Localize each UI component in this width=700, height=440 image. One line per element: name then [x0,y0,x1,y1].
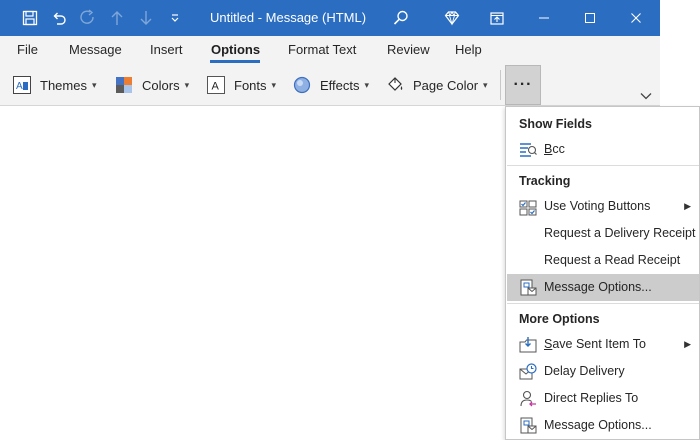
menu-item-save-sent-item-to[interactable]: Save Sent Item To ▶ [507,331,699,358]
delivery-receipt-label: Request a Delivery Receipt [544,226,696,240]
minimize-button[interactable] [521,0,567,36]
menu-item-message-options-highlighted[interactable]: Message Options... [507,274,699,301]
fonts-button[interactable]: A Fonts ▾ [207,74,276,96]
voting-buttons-icon [519,198,537,216]
themes-label: Themes [40,77,87,93]
page-color-button[interactable]: Page Color ▾ [386,74,488,96]
menu-header-more-options: More Options [519,312,600,326]
message-options-label: Message Options... [544,418,652,432]
tab-file[interactable]: File [17,42,38,57]
colors-label: Colors [142,77,180,93]
delay-delivery-icon [519,363,537,381]
menu-item-bcc[interactable]: Bcc [507,136,699,163]
message-options-icon [519,279,537,297]
fonts-label: Fonts [234,77,267,93]
chevron-down-icon: ▾ [271,79,277,90]
menu-item-use-voting-buttons[interactable]: Use Voting Buttons ▶ [507,193,699,220]
menu-item-read-receipt[interactable]: Request a Read Receipt [507,247,699,274]
title-bar: Untitled - Message (HTML) [0,0,660,36]
search-icon[interactable] [386,0,416,36]
themes-icon: A [13,76,31,94]
close-button[interactable] [613,0,659,36]
tab-options[interactable]: Options [211,42,260,57]
submenu-arrow-icon: ▶ [684,339,691,349]
message-options-label: Message Options... [544,280,652,294]
redo-icon[interactable] [73,0,103,36]
page-color-label: Page Color [413,77,479,93]
chevron-down-icon: ▾ [364,79,370,90]
paint-bucket-icon [386,76,404,94]
tab-insert[interactable]: Insert [150,42,183,57]
ribbon-separator [500,70,501,100]
menu-item-delivery-receipt[interactable]: Request a Delivery Receipt [507,220,699,247]
tab-review[interactable]: Review [387,42,430,57]
tab-format-text[interactable]: Format Text [288,42,356,57]
submenu-arrow-icon: ▶ [684,201,691,211]
colors-icon [115,76,133,94]
minimize-icon [539,17,549,19]
voting-label: Use Voting Buttons [544,199,651,213]
themes-button[interactable]: A Themes ▾ [13,74,97,96]
save-sent-item-icon [519,336,537,354]
ribbon: A Themes ▾ Colors ▾ A Fonts ▾ Effects ▾ … [0,64,660,106]
svg-text:A: A [212,81,220,93]
bcc-label: cc [552,142,565,156]
ribbon-tabs: File Message Insert Options Format Text … [0,36,660,64]
collapse-ribbon-icon[interactable] [638,90,654,102]
maximize-icon [585,13,595,23]
chevron-down-icon: ▾ [91,79,97,90]
read-receipt-label: Request a Read Receipt [544,253,681,267]
chevron-down-icon: ▾ [483,79,488,90]
up-arrow-icon[interactable] [102,0,132,36]
tab-message[interactable]: Message [69,42,122,57]
more-commands-button[interactable]: ··· [505,65,541,105]
menu-item-delay-delivery[interactable]: Delay Delivery [507,358,699,385]
effects-icon [293,76,311,94]
save-sent-label: ave Sent Item To [552,337,646,351]
restore-window-icon[interactable] [482,0,512,36]
effects-label: Effects [320,77,360,93]
direct-replies-label: Direct Replies To [544,391,639,405]
menu-separator [507,303,699,304]
customize-icon[interactable] [160,0,190,36]
more-commands-menu: Show Fields Bcc Tracking Use Voting Butt… [505,106,700,440]
tab-help[interactable]: Help [455,42,482,57]
down-arrow-icon[interactable] [131,0,161,36]
menu-separator [507,165,699,166]
menu-item-direct-replies-to[interactable]: Direct Replies To [507,385,699,412]
bcc-icon [519,141,537,159]
colors-button[interactable]: Colors ▾ [115,74,189,96]
effects-button[interactable]: Effects ▾ [293,74,369,96]
fonts-icon: A [207,76,225,94]
diamond-icon[interactable] [437,0,467,36]
menu-header-show-fields: Show Fields [519,117,592,131]
close-icon [631,13,641,23]
save-icon[interactable] [15,0,45,36]
maximize-button[interactable] [567,0,613,36]
svg-text:A: A [16,81,23,92]
direct-replies-icon [519,390,537,408]
window-title: Untitled - Message (HTML) [210,10,367,25]
menu-item-message-options[interactable]: Message Options... [507,412,699,439]
delay-delivery-label: Delay Delivery [544,364,625,378]
menu-header-tracking: Tracking [519,174,571,188]
chevron-down-icon: ▾ [184,79,190,90]
active-tab-indicator [210,60,260,63]
message-options-icon [519,417,537,435]
undo-icon[interactable] [44,0,74,36]
